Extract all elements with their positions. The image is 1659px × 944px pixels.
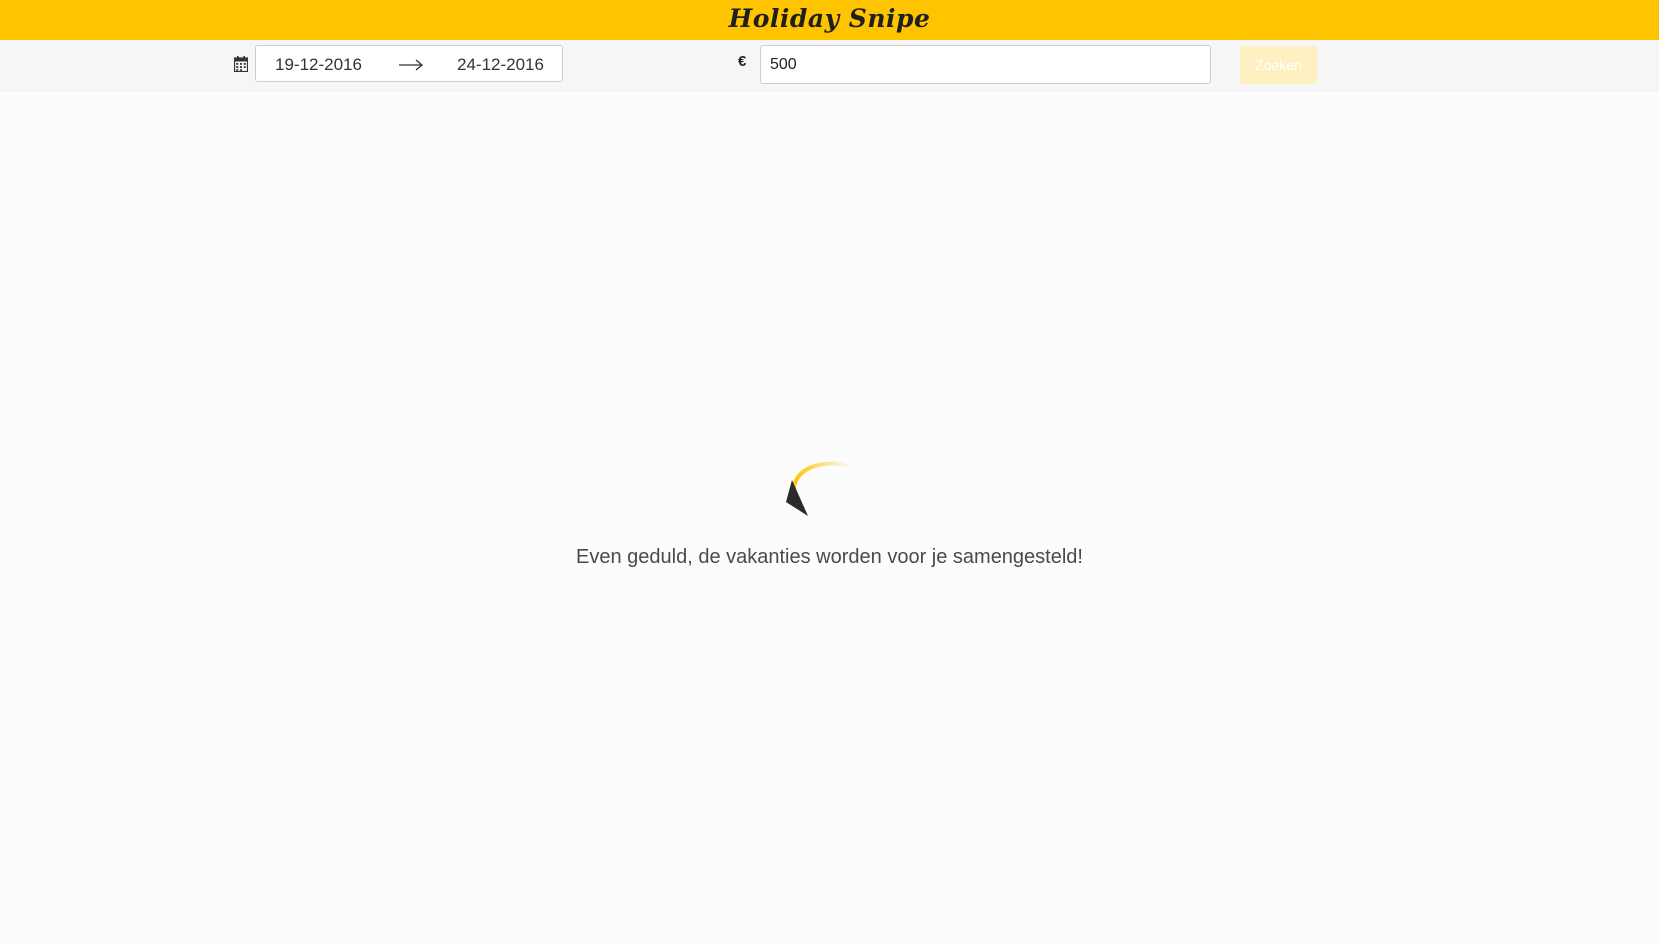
budget-input[interactable] xyxy=(760,45,1211,84)
calendar-icon xyxy=(234,56,248,72)
date-range-picker[interactable]: 19-12-2016 24-12-2016 xyxy=(255,45,563,82)
currency-label: € xyxy=(738,53,747,70)
arrow-right-icon xyxy=(399,59,424,71)
logo[interactable]: Holiday Snipe xyxy=(729,4,931,33)
loading-message: Even geduld, de vakanties worden voor je… xyxy=(576,546,1083,568)
loading-spinner-icon xyxy=(786,461,852,516)
date-to[interactable]: 24-12-2016 xyxy=(457,55,544,75)
search-button[interactable]: Zoeken xyxy=(1240,46,1317,84)
date-from[interactable]: 19-12-2016 xyxy=(275,55,362,75)
top-bar: Holiday Snipe xyxy=(0,0,1659,40)
search-bar: 19-12-2016 24-12-2016 € Zoeken xyxy=(0,40,1659,92)
